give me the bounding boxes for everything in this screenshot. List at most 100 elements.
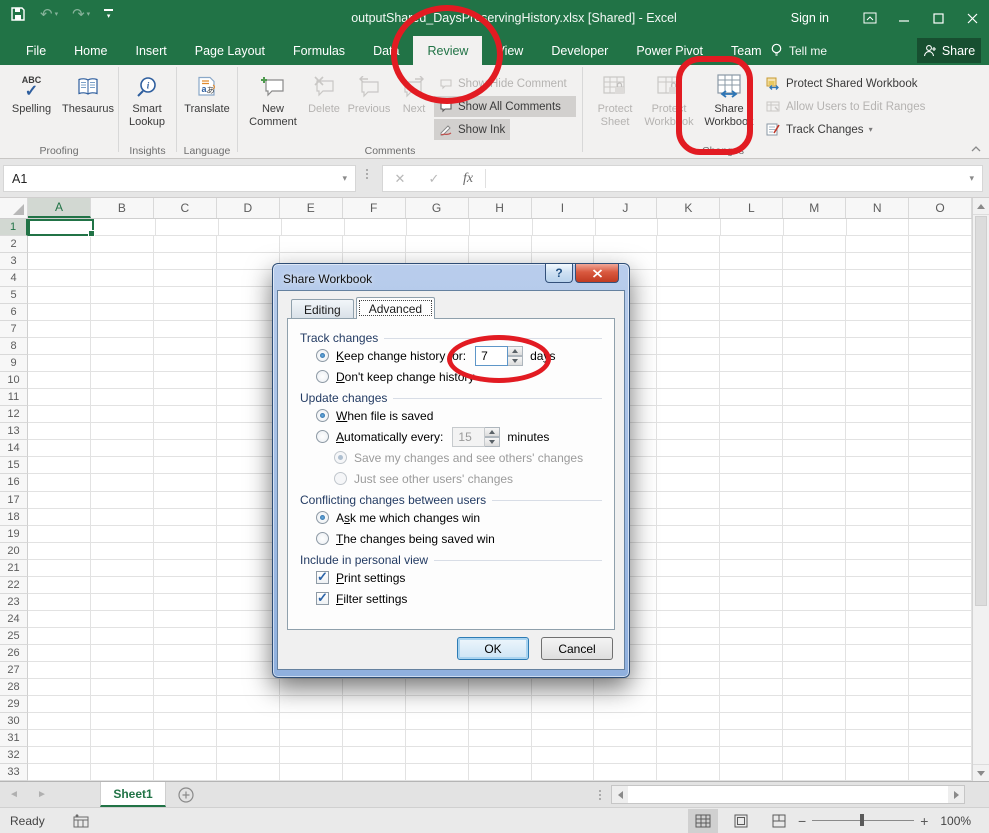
cell-M1[interactable] bbox=[784, 219, 847, 236]
normal-view-button[interactable] bbox=[688, 809, 718, 833]
cell-B22[interactable] bbox=[91, 577, 154, 594]
cell-A29[interactable] bbox=[28, 696, 91, 713]
cell-O14[interactable] bbox=[909, 440, 972, 457]
cell-D11[interactable] bbox=[217, 389, 280, 406]
cell-K1[interactable] bbox=[658, 219, 721, 236]
zoom-slider[interactable] bbox=[812, 820, 914, 821]
cell-A2[interactable] bbox=[28, 236, 91, 253]
cell-B27[interactable] bbox=[91, 662, 154, 679]
maximize-button[interactable] bbox=[921, 0, 955, 36]
cell-M2[interactable] bbox=[783, 236, 846, 253]
cell-C32[interactable] bbox=[154, 747, 217, 764]
cell-D6[interactable] bbox=[217, 304, 280, 321]
cell-A27[interactable] bbox=[28, 662, 91, 679]
column-header-f[interactable]: F bbox=[343, 198, 406, 218]
translate-button[interactable]: aあ Translate bbox=[177, 67, 237, 141]
show-hide-comment-button[interactable]: Show/Hide Comment bbox=[434, 73, 576, 94]
cell-M13[interactable] bbox=[783, 423, 846, 440]
dialog-tab-advanced[interactable]: Advanced bbox=[356, 297, 435, 319]
cell-B13[interactable] bbox=[91, 423, 154, 440]
row-header-31[interactable]: 31 bbox=[0, 730, 28, 747]
row-header-24[interactable]: 24 bbox=[0, 611, 28, 628]
cell-J1[interactable] bbox=[596, 219, 659, 236]
ribbon-tab-page-layout[interactable]: Page Layout bbox=[181, 36, 279, 65]
cell-K3[interactable] bbox=[657, 253, 720, 270]
cell-A5[interactable] bbox=[28, 287, 91, 304]
cell-F1[interactable] bbox=[345, 219, 408, 236]
cell-C14[interactable] bbox=[154, 440, 217, 457]
cell-H33[interactable] bbox=[469, 764, 532, 781]
protect-workbook-button[interactable]: Protect Workbook bbox=[641, 67, 697, 141]
cell-M22[interactable] bbox=[783, 577, 846, 594]
customize-qat-button[interactable]: ▾ bbox=[104, 9, 113, 20]
radio-icon[interactable] bbox=[316, 532, 329, 545]
minimize-button[interactable] bbox=[887, 0, 921, 36]
cell-K23[interactable] bbox=[657, 594, 720, 611]
ribbon-tab-home[interactable]: Home bbox=[60, 36, 121, 65]
cell-M17[interactable] bbox=[783, 492, 846, 509]
cell-L29[interactable] bbox=[720, 696, 783, 713]
show-all-comments-button[interactable]: Show All Comments bbox=[434, 96, 576, 117]
checkbox-checked-icon[interactable] bbox=[316, 592, 329, 605]
cell-N9[interactable] bbox=[846, 355, 909, 372]
cell-D31[interactable] bbox=[217, 730, 280, 747]
cell-L26[interactable] bbox=[720, 645, 783, 662]
cell-K21[interactable] bbox=[657, 560, 720, 577]
cell-B17[interactable] bbox=[91, 492, 154, 509]
row-header-7[interactable]: 7 bbox=[0, 321, 28, 338]
formula-bar[interactable]: ✕ ✓ fx ▾ bbox=[382, 165, 983, 192]
cell-D33[interactable] bbox=[217, 764, 280, 781]
cell-N28[interactable] bbox=[846, 679, 909, 696]
cell-D18[interactable] bbox=[217, 509, 280, 526]
cell-B20[interactable] bbox=[91, 543, 154, 560]
cell-L22[interactable] bbox=[720, 577, 783, 594]
cell-H29[interactable] bbox=[469, 696, 532, 713]
cell-K27[interactable] bbox=[657, 662, 720, 679]
zoom-level[interactable]: 100% bbox=[940, 814, 971, 828]
cell-A28[interactable] bbox=[28, 679, 91, 696]
cell-B8[interactable] bbox=[91, 338, 154, 355]
cell-O32[interactable] bbox=[909, 747, 972, 764]
cell-I32[interactable] bbox=[532, 747, 595, 764]
days-spinner[interactable]: 7 bbox=[475, 346, 523, 366]
cell-K11[interactable] bbox=[657, 389, 720, 406]
new-comment-button[interactable]: New Comment bbox=[242, 67, 304, 141]
cell-B9[interactable] bbox=[91, 355, 154, 372]
cell-O18[interactable] bbox=[909, 509, 972, 526]
cell-A23[interactable] bbox=[28, 594, 91, 611]
cell-J2[interactable] bbox=[594, 236, 657, 253]
cell-D22[interactable] bbox=[217, 577, 280, 594]
cell-L19[interactable] bbox=[720, 526, 783, 543]
cell-C30[interactable] bbox=[154, 713, 217, 730]
cell-N6[interactable] bbox=[846, 304, 909, 321]
cell-O3[interactable] bbox=[909, 253, 972, 270]
cell-B2[interactable] bbox=[91, 236, 154, 253]
cell-C7[interactable] bbox=[154, 321, 217, 338]
option-automatically-every[interactable]: Automatically every: 15 minutes bbox=[300, 426, 602, 447]
cell-B4[interactable] bbox=[91, 270, 154, 287]
cell-G28[interactable] bbox=[406, 679, 469, 696]
cell-N1[interactable] bbox=[847, 219, 910, 236]
cell-O27[interactable] bbox=[909, 662, 972, 679]
cell-N15[interactable] bbox=[846, 457, 909, 474]
cell-C29[interactable] bbox=[154, 696, 217, 713]
cell-O24[interactable] bbox=[909, 611, 972, 628]
cell-A13[interactable] bbox=[28, 423, 91, 440]
column-header-n[interactable]: N bbox=[846, 198, 909, 218]
cell-D3[interactable] bbox=[217, 253, 280, 270]
cell-M6[interactable] bbox=[783, 304, 846, 321]
cell-O10[interactable] bbox=[909, 372, 972, 389]
cell-C16[interactable] bbox=[154, 474, 217, 491]
cell-H1[interactable] bbox=[470, 219, 533, 236]
cell-A10[interactable] bbox=[28, 372, 91, 389]
cell-E2[interactable] bbox=[280, 236, 343, 253]
cell-N32[interactable] bbox=[846, 747, 909, 764]
cell-O12[interactable] bbox=[909, 406, 972, 423]
cell-A4[interactable] bbox=[28, 270, 91, 287]
dialog-tab-editing[interactable]: Editing bbox=[291, 299, 354, 319]
zoom-out-button[interactable]: − bbox=[798, 813, 806, 829]
cell-D30[interactable] bbox=[217, 713, 280, 730]
cell-K28[interactable] bbox=[657, 679, 720, 696]
column-header-o[interactable]: O bbox=[909, 198, 972, 218]
cell-D26[interactable] bbox=[217, 645, 280, 662]
